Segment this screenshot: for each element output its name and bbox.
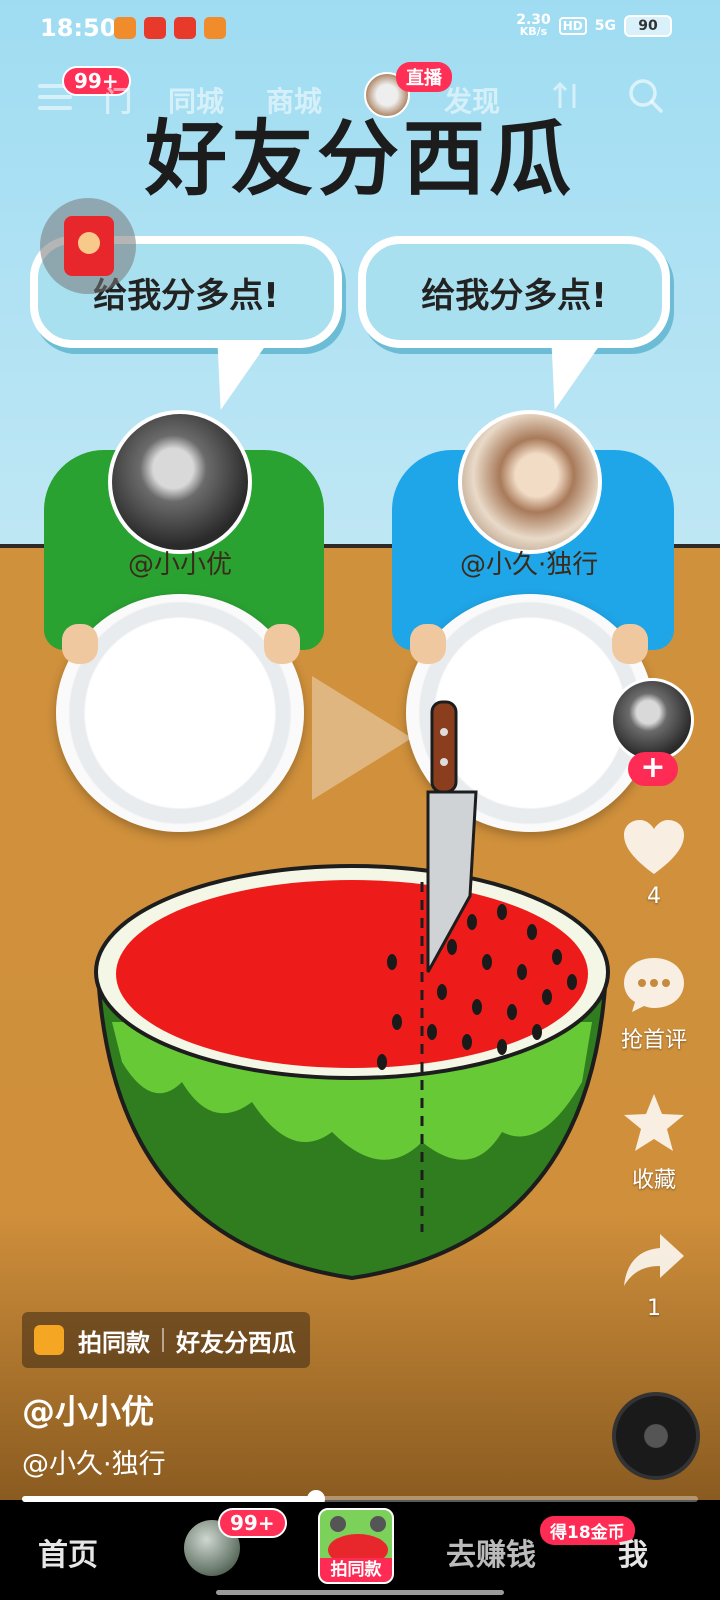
sort-icon[interactable] [552,80,582,112]
mention-link[interactable]: @小久·独行 [22,1442,166,1481]
signal-icon: 5G [594,18,616,34]
like-button[interactable]: 4 [604,818,704,909]
app-notification-icon [144,17,166,39]
coin-icon [78,232,100,254]
favorite-label: 收藏 [631,1168,676,1193]
tab-discover[interactable]: 发现 [444,80,500,120]
tab-local[interactable]: 同城 [168,80,224,120]
watermelon-thumbnail-icon [328,1516,388,1566]
follow-button[interactable]: + [628,752,678,786]
status-time: 18:50 [40,14,117,42]
comment-label: 抢首评 [620,1028,687,1053]
right-person-name: @小久·独行 [460,550,599,580]
left-person-name: @小小优 [128,550,233,580]
share-button[interactable]: 1 [604,1232,704,1321]
status-indicators: 2.30 KB/s HD 5G 90 [516,13,672,38]
left-person-hand [264,624,300,664]
watermelon-illustration [94,864,610,1281]
shoot-same-button[interactable]: 拍同款 [318,1508,394,1584]
template-action-label: 拍同款 [78,1328,150,1357]
network-speed-unit: KB/s [519,25,548,38]
left-person-hand [62,624,98,664]
sparkle-icon [34,1325,64,1355]
app-notification-icon [114,17,136,39]
speech-bubble-right: 给我分多点! [358,236,670,348]
home-indicator[interactable] [216,1590,504,1595]
right-person-avatar [458,410,602,554]
nav-me[interactable]: 我 [618,1530,648,1574]
shoot-same-label: 拍同款 [320,1558,392,1582]
search-icon[interactable] [628,78,664,114]
heart-icon [624,820,684,874]
play-icon[interactable] [312,676,412,800]
knife-illustration [426,700,478,973]
shoot-same-template-tag[interactable]: 拍同款 好友分西瓜 [22,1312,310,1368]
friends-badge: 99+ [218,1508,287,1538]
template-name: 好友分西瓜 [176,1328,296,1357]
author-name[interactable]: @小小优 [22,1385,154,1433]
left-person-avatar [108,410,252,554]
comment-icon [624,958,684,1012]
share-count: 1 [647,1296,661,1321]
tab-mall[interactable]: 商城 [266,80,322,120]
like-count: 4 [647,884,661,909]
right-person-hand [410,624,446,664]
speech-bubble-right-text: 给我分多点! [421,275,607,316]
app-notification-icon [204,17,226,39]
battery-icon: 90 [624,15,672,37]
comment-button[interactable]: 抢首评 [604,954,704,1054]
status-bar: 18:50 2.30 KB/s HD 5G 90 [0,0,720,56]
right-person-hand [612,624,648,664]
red-packet-button[interactable] [40,198,136,294]
tag-divider [162,1328,164,1352]
nav-earn[interactable]: 去赚钱 [446,1530,536,1574]
favorite-button[interactable]: 收藏 [604,1092,704,1194]
tab-door[interactable]: 门 [104,80,132,120]
share-icon [624,1234,684,1286]
app-notification-icon [174,17,196,39]
music-disc-button[interactable] [612,1392,700,1480]
star-icon [624,1094,684,1151]
nav-home[interactable]: 首页 [38,1530,98,1574]
hd-icon: HD [558,17,587,35]
